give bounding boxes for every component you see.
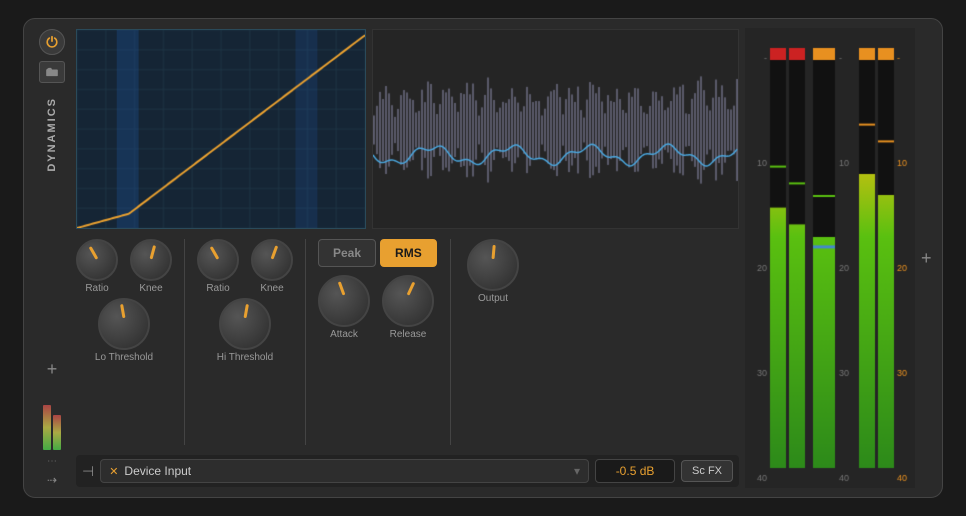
device-select[interactable]: ✕ Device Input ▾ [100, 459, 589, 483]
hi-knee-knob[interactable] [251, 239, 293, 281]
insert-icon: ⊣ [82, 463, 94, 480]
hi-knee-indicator [271, 245, 279, 259]
dropdown-arrow: ▾ [574, 464, 580, 478]
main-content: Ratio Knee Lo Threshold [76, 29, 739, 487]
attack-knob[interactable] [318, 275, 370, 327]
hi-ratio-indicator [210, 246, 220, 260]
attack-label: Attack [330, 329, 358, 340]
mini-meter-left [43, 390, 61, 450]
graphs-row [76, 29, 739, 229]
divider-1 [184, 239, 185, 445]
mini-meter-bar-2 [53, 415, 61, 450]
lo-ratio-group: Ratio [76, 239, 118, 294]
plugin-title-label: DYNAMICS [46, 97, 58, 172]
release-group: Release [382, 275, 434, 340]
hi-threshold-label: Hi Threshold [217, 352, 274, 363]
waveform-graph [372, 29, 739, 229]
lo-knee-group: Knee [130, 239, 172, 294]
right-section: + [745, 29, 934, 487]
controls-row: Ratio Knee Lo Threshold [76, 233, 739, 451]
add-left-button[interactable]: + [47, 359, 58, 380]
mini-meter-bar-1 [43, 405, 51, 450]
lo-knee-knob[interactable] [130, 239, 172, 281]
scfx-button[interactable]: Sc FX [681, 460, 733, 482]
power-button[interactable] [39, 29, 65, 55]
hi-threshold-group: Hi Threshold [197, 298, 293, 363]
transfer-graph [76, 29, 366, 229]
rms-button[interactable]: RMS [380, 239, 437, 267]
output-indicator [492, 245, 496, 259]
hi-threshold-knob[interactable] [219, 298, 271, 350]
output-knob[interactable] [467, 239, 519, 291]
peak-button[interactable]: Peak [318, 239, 376, 267]
output-section: Output [467, 239, 519, 304]
folder-button[interactable] [39, 61, 65, 83]
plugin-container: DYNAMICS + ⋯ ⇢ [23, 18, 943, 498]
lo-threshold-indicator [120, 304, 125, 318]
waveform-canvas [373, 30, 738, 229]
lo-threshold-group: Lo Threshold [76, 298, 172, 363]
device-label: Device Input [124, 464, 191, 478]
hi-ratio-group: Ratio [197, 239, 239, 294]
release-indicator [407, 282, 416, 296]
lo-threshold-label: Lo Threshold [95, 352, 153, 363]
left-sidebar: DYNAMICS + ⋯ ⇢ [34, 29, 70, 487]
hi-ratio-label: Ratio [206, 283, 229, 294]
divider-3 [450, 239, 451, 445]
add-right-button[interactable]: + [919, 248, 934, 269]
bottom-bar: ⊣ ✕ Device Input ▾ -0.5 dB Sc FX [76, 455, 739, 487]
hi-knee-label: Knee [260, 283, 283, 294]
release-label: Release [390, 329, 427, 340]
meters-canvas [745, 28, 915, 488]
device-x-icon: ✕ [109, 465, 118, 478]
lo-ratio-indicator [89, 246, 99, 260]
lo-ratio-knob[interactable] [76, 239, 118, 281]
lo-ratio-label: Ratio [85, 283, 108, 294]
hi-knob-pair: Ratio Knee [197, 239, 293, 294]
lo-knee-indicator [150, 245, 157, 259]
hi-threshold-indicator [244, 304, 249, 318]
output-label: Output [478, 293, 508, 304]
hi-ratio-knob[interactable] [197, 239, 239, 281]
lo-threshold-knob[interactable] [98, 298, 150, 350]
mode-section: Peak RMS Attack Release [318, 239, 438, 340]
db-display: -0.5 dB [595, 459, 675, 483]
meters-main [745, 29, 915, 487]
lo-threshold-section: Ratio Knee Lo Threshold [76, 239, 172, 363]
hi-threshold-section: Ratio Knee Hi Threshold [197, 239, 293, 363]
lo-knob-pair: Ratio Knee [76, 239, 172, 294]
hi-knee-group: Knee [251, 239, 293, 294]
attack-indicator [338, 281, 346, 295]
attack-release-row: Attack Release [318, 275, 438, 340]
lo-knee-label: Knee [139, 283, 162, 294]
mode-buttons: Peak RMS [318, 239, 438, 267]
attack-group: Attack [318, 275, 370, 340]
divider-2 [305, 239, 306, 445]
route-button[interactable]: ⇢ [47, 473, 57, 487]
dots-button[interactable]: ⋯ [47, 456, 57, 467]
transfer-canvas [77, 30, 365, 228]
release-knob[interactable] [382, 275, 434, 327]
